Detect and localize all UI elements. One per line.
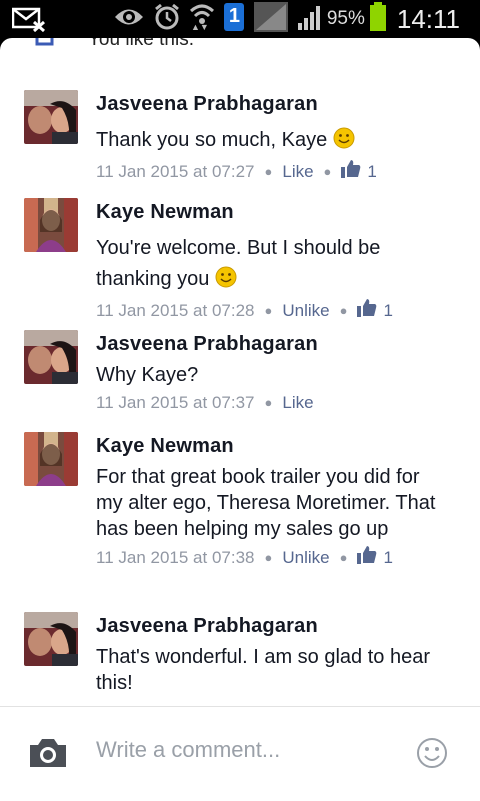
avatar[interactable] (24, 198, 78, 252)
comment-author[interactable]: Jasveena Prabhagaran (96, 92, 446, 116)
smiley-emoji-icon (215, 266, 237, 288)
comment-author[interactable]: Kaye Newman (96, 200, 446, 224)
unlike-link[interactable]: Unlike (282, 547, 329, 569)
comment-meta: 11 Jan 2015 at 07:27 ● Like ● 1 (96, 160, 446, 184)
comment-composer: Write a comment... (0, 706, 480, 801)
mail-x-icon (11, 6, 46, 37)
comment-meta: 11 Jan 2015 at 07:38 ● Unlike ● 1 (96, 546, 446, 570)
signal-icon (297, 3, 323, 36)
comment-text: You're welcome. But I should be thanking… (96, 237, 381, 290)
avatar[interactable] (24, 90, 78, 144)
comment-text: Thank you so much, Kaye (96, 125, 446, 156)
alarm-icon (153, 3, 181, 36)
comment-input[interactable]: Write a comment... (96, 737, 280, 763)
battery-percent: 95% (326, 8, 365, 29)
you-like-this-text: You like this. (88, 38, 194, 50)
battery-icon (369, 1, 387, 37)
you-like-this-row: You like this. (34, 38, 194, 56)
thumbs-up-icon (357, 546, 377, 570)
comment-text: For that great book trailer you did for … (96, 466, 436, 540)
comment-text: That's wonderful. I am so glad to hear t… (96, 646, 430, 694)
comment-timestamp: 11 Jan 2015 at 07:28 (96, 301, 255, 320)
avatar[interactable] (24, 432, 78, 486)
badge-icon: 1 (223, 2, 245, 37)
thumbs-up-icon (341, 160, 361, 184)
comment-timestamp: 11 Jan 2015 at 07:37 (96, 393, 255, 412)
unlike-link[interactable]: Unlike (282, 300, 329, 322)
smiley-emoji-icon (333, 127, 355, 149)
comment-timestamp: 11 Jan 2015 at 07:27 (96, 162, 255, 181)
comment-author[interactable]: Jasveena Prabhagaran (96, 332, 446, 356)
comment-timestamp: 11 Jan 2015 at 07:38 (96, 548, 255, 567)
status-bar: ▲▼ 1 95% 14:11 (0, 0, 480, 38)
like-count[interactable]: 1 (367, 161, 376, 183)
like-link[interactable]: Like (282, 161, 313, 183)
like-count[interactable]: 1 (383, 300, 392, 322)
comment-meta: 11 Jan 2015 at 07:28 ● Unlike ● 1 (96, 299, 446, 323)
camera-icon[interactable] (28, 737, 68, 774)
avatar[interactable] (24, 612, 78, 666)
emoji-picker-icon[interactable] (416, 737, 448, 774)
avatar[interactable] (24, 330, 78, 384)
thumbs-up-icon (34, 38, 56, 55)
thumbs-up-icon (357, 299, 377, 323)
eye-icon (113, 6, 145, 33)
comment-author[interactable]: Kaye Newman (96, 434, 446, 458)
comment-meta: 11 Jan 2015 at 07:37 ● Like (96, 392, 314, 414)
clock: 14:11 (396, 3, 460, 34)
comment-text: Why Kaye? (96, 364, 199, 386)
like-link[interactable]: Like (282, 392, 313, 414)
svg-text:▲▼: ▲▼ (191, 22, 209, 31)
comments-sheet: You like this. Jasveena Prabhagaran Than… (0, 38, 480, 800)
no-signal-icon (253, 1, 289, 38)
comment-author[interactable]: Jasveena Prabhagaran (96, 614, 446, 638)
wifi-icon: ▲▼ (189, 3, 215, 36)
like-count[interactable]: 1 (383, 547, 392, 569)
